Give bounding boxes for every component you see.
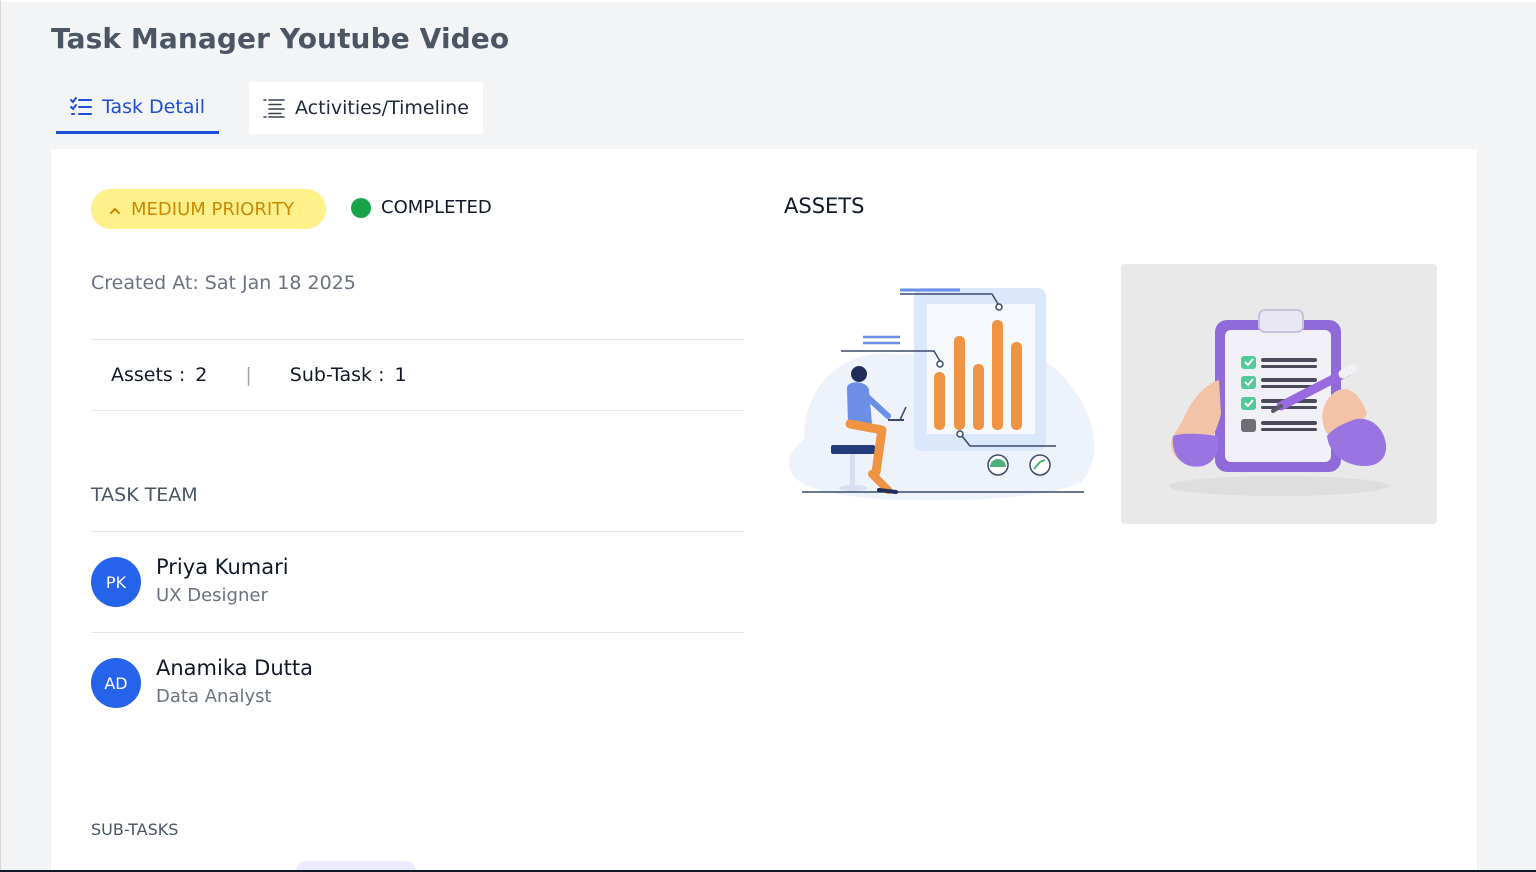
member-info: Priya Kumari UX Designer: [156, 553, 289, 611]
assets-stat-count: 2: [195, 364, 208, 386]
status-badge: COMPLETED: [351, 197, 492, 218]
task-team-heading: TASK TEAM: [91, 484, 198, 506]
avatar: AD: [91, 658, 141, 708]
task-stats: Assets : 2 | Sub-Task : 1: [91, 339, 744, 411]
subtask-stat-label: Sub-Task :: [289, 364, 385, 386]
tab-bar: Task Detail Activities/Timeline: [56, 82, 483, 134]
avatar: PK: [91, 557, 141, 607]
tab-task-detail-label: Task Detail: [102, 95, 206, 118]
member-role: UX Designer: [156, 585, 268, 606]
member-info: Anamika Dutta Data Analyst: [156, 654, 313, 712]
asset-image-analytics[interactable]: [784, 264, 1100, 524]
subtask-stat-count: 1: [394, 364, 407, 386]
assets-heading: ASSETS: [784, 194, 865, 218]
assets-stat-label: Assets :: [111, 364, 186, 386]
status-label: COMPLETED: [381, 197, 492, 218]
asset-image-checklist[interactable]: [1121, 264, 1437, 524]
created-at: Created At: Sat Jan 18 2025: [91, 272, 356, 294]
team-member: PK Priya Kumari UX Designer: [91, 531, 744, 632]
task-team-list: PK Priya Kumari UX Designer AD Anamika D…: [91, 531, 744, 733]
tab-task-detail[interactable]: Task Detail: [56, 82, 220, 134]
subtask-stat: Sub-Task : 1: [290, 364, 407, 386]
priority-badge: MEDIUM PRIORITY: [91, 189, 326, 229]
window-left-edge: [0, 0, 1, 872]
page-title: Task Manager Youtube Video: [51, 22, 510, 55]
subtasks-heading: SUB-TASKS: [91, 820, 179, 839]
tab-activities-timeline-label: Activities/Timeline: [295, 97, 469, 119]
checklist-icon: [70, 96, 92, 117]
priority-label: MEDIUM PRIORITY: [131, 198, 295, 220]
member-name: Anamika Dutta: [156, 656, 313, 680]
window-top-edge: [0, 0, 1536, 2]
stats-separator: |: [245, 364, 252, 386]
assets-stat: Assets : 2: [111, 364, 207, 386]
status-dot-icon: [351, 197, 371, 218]
member-name: Priya Kumari: [156, 555, 289, 579]
member-role: Data Analyst: [156, 686, 272, 707]
chevron-up-icon: [109, 199, 121, 220]
tab-activities-timeline[interactable]: Activities/Timeline: [249, 82, 483, 134]
task-detail-card: MEDIUM PRIORITY COMPLETED Created At: Sa…: [51, 149, 1477, 872]
team-member: AD Anamika Dutta Data Analyst: [91, 632, 744, 733]
list-icon: [263, 98, 285, 118]
